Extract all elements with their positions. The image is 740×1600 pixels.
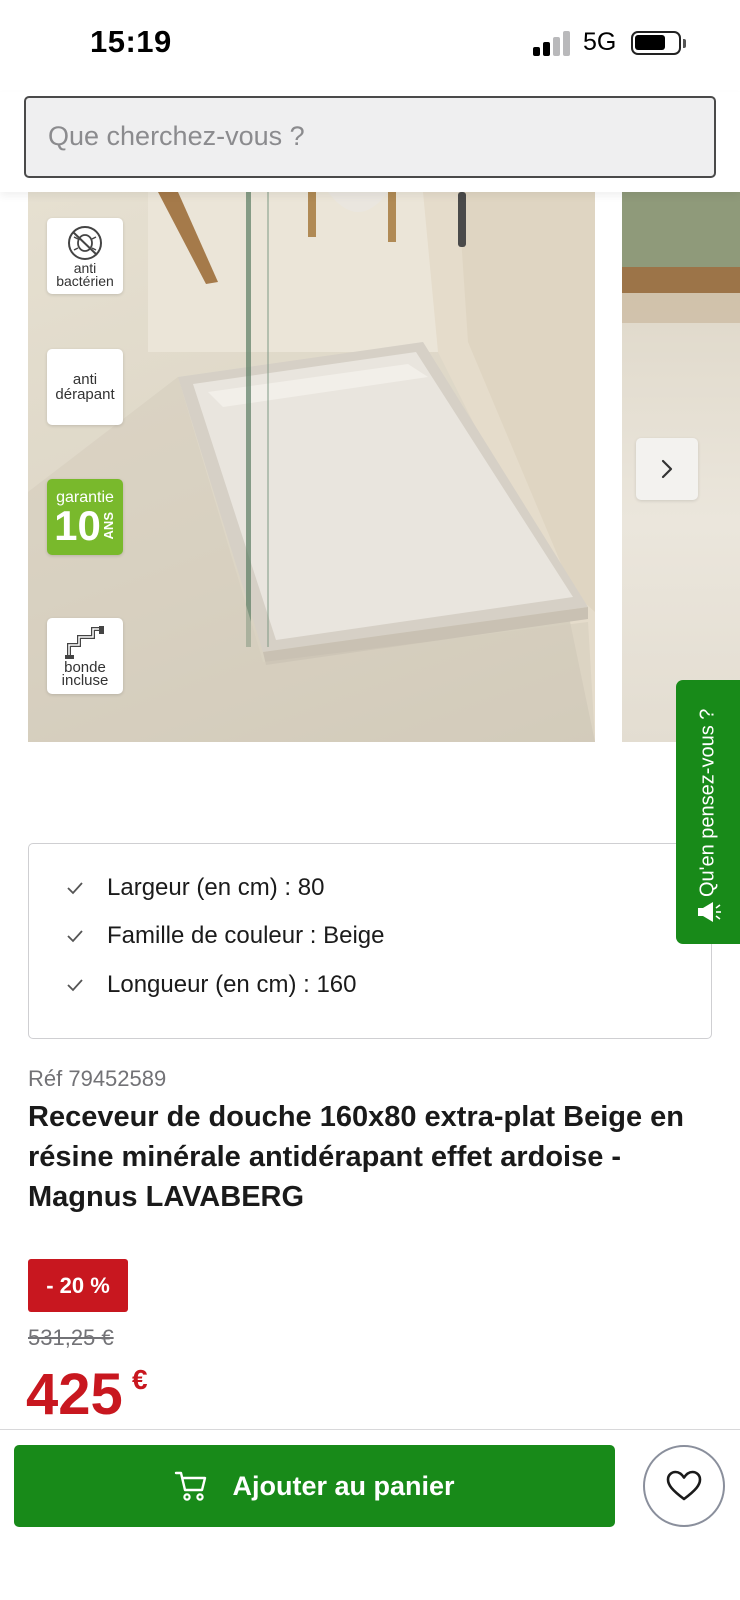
spec-text: Largeur (en cm) : 80 xyxy=(107,874,325,901)
check-icon xyxy=(67,979,83,992)
price-currency: € xyxy=(132,1364,148,1395)
battery-icon xyxy=(631,31,681,55)
spec-text: Famille de couleur : Beige xyxy=(107,922,385,949)
spec-item: Famille de couleur : Beige xyxy=(65,922,384,950)
specs-summary: Largeur (en cm) : 80 Famille de couleur … xyxy=(28,843,712,1039)
spec-item: Longueur (en cm) : 160 xyxy=(65,971,356,999)
drain-included-badge: bonde incluse xyxy=(47,618,123,694)
warranty-unit: ANS xyxy=(100,512,116,540)
drain-pipe-icon xyxy=(65,626,104,659)
bottom-action-bar: Ajouter au panier xyxy=(0,1429,740,1600)
check-icon xyxy=(67,882,83,895)
chevron-right-icon xyxy=(661,459,673,479)
spec-text: Longueur (en cm) : 160 xyxy=(107,971,357,998)
status-bar: 15:19 5G xyxy=(0,0,740,92)
add-to-cart-label: Ajouter au panier xyxy=(232,1470,455,1501)
status-time: 15:19 xyxy=(90,24,172,59)
carousel-next-button[interactable] xyxy=(636,438,698,500)
product-title: Receveur de douche 160x80 extra-plat Bei… xyxy=(28,1101,685,1213)
heart-icon xyxy=(666,1470,702,1501)
discount-badge: - 20 % xyxy=(28,1259,128,1312)
drain-included-label: bonde incluse xyxy=(61,659,109,689)
feedback-tab[interactable]: Qu'en pensez-vous ? xyxy=(676,680,740,944)
add-to-cart-button[interactable]: Ajouter au panier xyxy=(14,1445,615,1527)
signal-icon xyxy=(533,30,571,56)
antibacterial-badge: anti bactérien xyxy=(47,218,123,294)
network-type: 5G xyxy=(583,28,617,56)
search-placeholder: Que cherchez-vous ? xyxy=(48,121,305,151)
warranty-years: 10 xyxy=(54,502,101,549)
battery-cap xyxy=(683,39,686,48)
megaphone-icon xyxy=(698,902,721,922)
antibacterial-label: anti bactérien xyxy=(56,260,114,289)
product-image[interactable]: anti bactérien anti dérapant garantie 10… xyxy=(28,192,595,742)
check-icon xyxy=(67,930,83,943)
wishlist-button[interactable] xyxy=(643,1445,725,1527)
antislip-badge: anti dérapant xyxy=(47,349,123,425)
cart-icon xyxy=(175,1471,207,1501)
warranty-badge: garantie 10 ANS xyxy=(47,479,123,555)
product-reference: Réf 79452589 xyxy=(28,1066,167,1091)
spec-item: Largeur (en cm) : 80 xyxy=(65,874,324,902)
antislip-label: anti dérapant xyxy=(55,371,115,403)
search-bar: Que cherchez-vous ? xyxy=(0,92,740,192)
search-input[interactable]: Que cherchez-vous ? xyxy=(24,96,716,178)
feedback-label: Qu'en pensez-vous ? xyxy=(696,708,719,898)
product-gallery[interactable]: anti bactérien anti dérapant garantie 10… xyxy=(0,192,740,742)
antibacterial-icon xyxy=(68,226,102,260)
current-price: 425 xyxy=(26,1362,123,1427)
old-price: 531,25 € xyxy=(28,1325,114,1350)
